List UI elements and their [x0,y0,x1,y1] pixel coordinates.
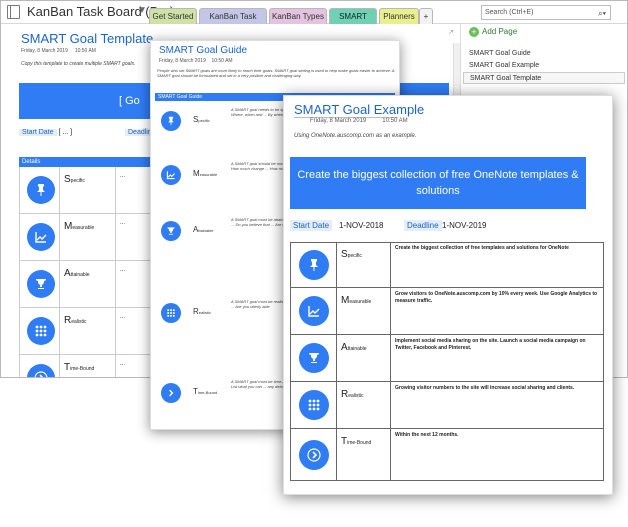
search-icon[interactable]: ⌕▾ [598,7,606,20]
page-item-example[interactable]: SMART Goal Example [463,60,625,72]
tab-kanban-types[interactable]: KanBan Types [269,8,327,24]
page-date: Friday, 8 March 2019 10:50 AM [21,48,96,54]
start-date-row: Start Date [ ... ] [19,129,72,136]
chart-icon [161,165,181,185]
page-date: Friday, 8 March 2019 10:50 AM [310,118,408,124]
search-placeholder: Search (Ctrl+E) [485,9,534,16]
tab-planners[interactable]: Planners [379,8,419,24]
grid-icon [161,303,181,323]
pin-icon [27,176,55,204]
page-item-template[interactable]: SMART Goal Template [463,72,625,84]
page-title: SMART Goal Guide [159,45,248,56]
tab-smart-goals[interactable]: SMART Goals [329,8,377,36]
page-item-guide[interactable]: SMART Goal Guide [463,48,625,60]
arrow-right-icon [27,364,55,377]
pin-icon [299,250,329,280]
table-row: Specific Create the biggest collection o… [290,242,604,288]
table-row: Attainable Implement social media sharin… [290,335,604,382]
deadline-label: Deadline [404,220,442,231]
deadline-value: 1-NOV-2019 [442,221,487,230]
trophy-icon [299,343,329,373]
plus-icon: + [469,26,479,37]
start-date-label: Start Date [19,129,57,136]
add-page-label: Add Page [482,27,518,36]
table-row: Time-Bound Within the next 12 months. [290,429,604,481]
tab-get-started[interactable]: Get Started [149,8,197,24]
start-date-value: [ ... ] [58,129,73,136]
pin-icon [161,111,181,131]
top-bar: KanBan Task Board (Pro) ▼ Get Started Ka… [1,1,627,36]
start-date-value: 1-NOV-2018 [339,221,384,230]
trophy-icon [161,221,181,241]
page-date: Friday, 8 March 2019 10:50 AM [159,58,233,64]
guide-intro: People who set SMART goals are more like… [157,68,395,78]
example-page: SMART Goal Example Friday, 8 March 2019 1… [283,95,613,495]
chart-icon [27,223,55,251]
add-section-button[interactable]: + [419,8,433,24]
add-page-button[interactable]: + Add Page [469,26,517,38]
page-title: SMART Goal Template [21,31,154,46]
page-title: SMART Goal Example [294,102,425,117]
tab-kanban-task-board[interactable]: KanBan Task Board [199,8,267,36]
grid-icon [27,317,55,345]
page-note: Using OneNote.auscomp.com as an example. [294,133,417,139]
goal-banner: Create the biggest collection of free On… [290,157,586,209]
arrow-right-icon [161,383,181,403]
notebook-icon[interactable] [7,5,20,19]
trophy-icon [27,270,55,298]
table-row: Measurable Grow visitors to OneNote.ausc… [290,288,604,335]
grid-icon [299,390,329,420]
search-input[interactable]: Search (Ctrl+E) ⌕▾ [481,5,611,20]
arrow-right-icon [299,440,329,470]
chevron-down-icon[interactable]: ▼ [137,5,147,16]
chart-icon [299,296,329,326]
page-note: Copy this template to create multiple SM… [21,61,136,67]
start-date-label: Start Date [290,220,333,231]
table-row: Realistic Growing visitor numbers to the… [290,382,604,429]
